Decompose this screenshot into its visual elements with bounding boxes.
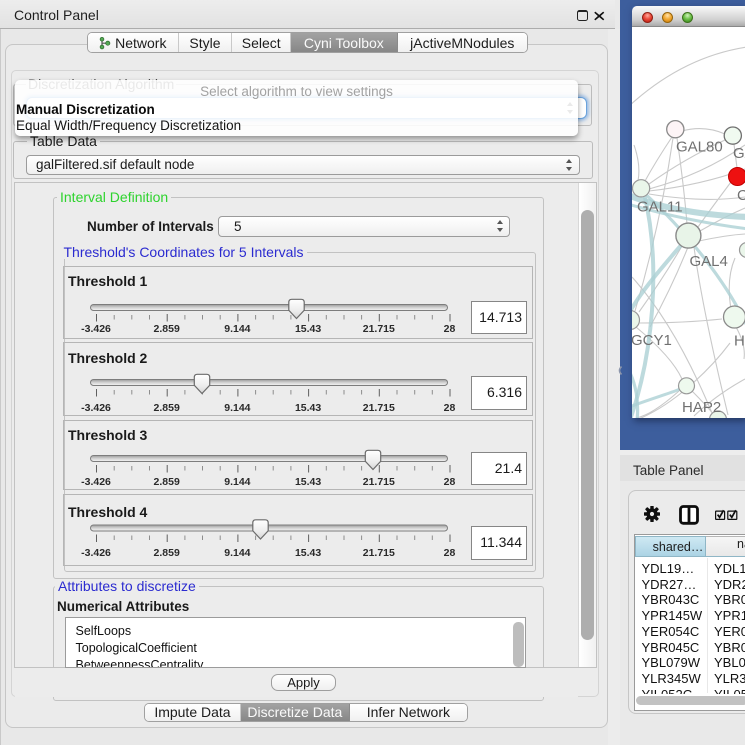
svg-text:GAL4: GAL4	[690, 253, 728, 270]
svg-text:GA: GA	[733, 145, 745, 162]
svg-text:GAL80: GAL80	[676, 139, 723, 156]
svg-text:HAP2: HAP2	[682, 399, 721, 416]
svg-text:GCY1: GCY1	[632, 332, 672, 349]
svg-text:C: C	[737, 187, 745, 204]
svg-text:GAL11: GAL11	[637, 199, 683, 216]
svg-text:H: H	[734, 333, 745, 350]
